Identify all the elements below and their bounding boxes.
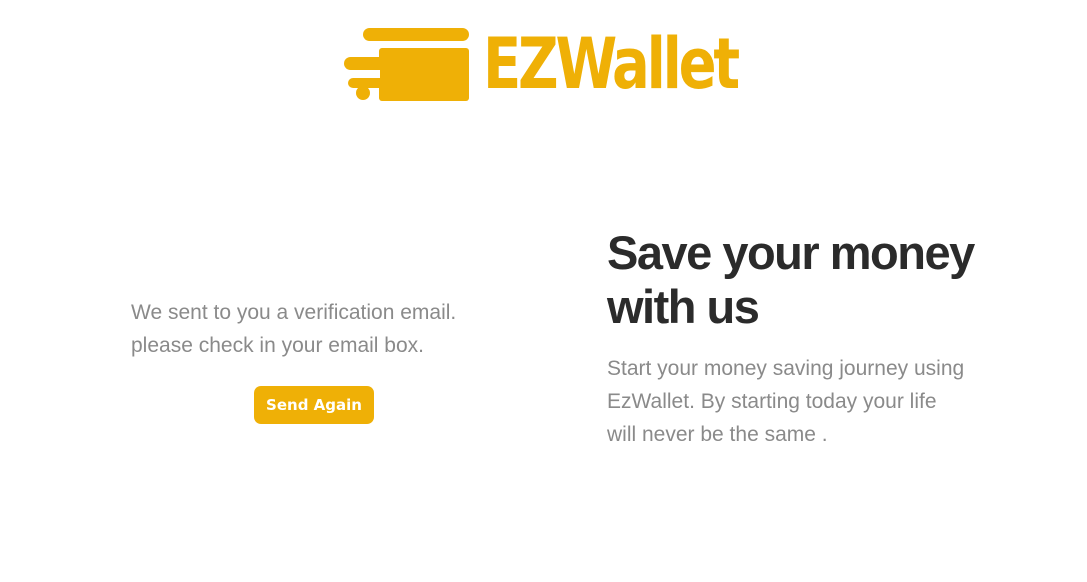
hero-subtext: Start your money saving journey using Ez… (607, 357, 965, 446)
hero-panel: Save your money with us Start your money… (607, 226, 1027, 451)
ezwallet-logo[interactable]: EZWallet (343, 24, 740, 104)
page-header: EZWallet (0, 0, 1087, 130)
verification-message: We sent to you a verification email. ple… (131, 301, 457, 357)
brand-name: EZWallet (483, 23, 740, 105)
send-again-button[interactable]: Send Again (254, 386, 374, 424)
hero-headline: Save your money with us (607, 226, 975, 333)
verification-panel: We sent to you a verification email. ple… (131, 296, 511, 424)
card-speed-icon (344, 28, 469, 101)
